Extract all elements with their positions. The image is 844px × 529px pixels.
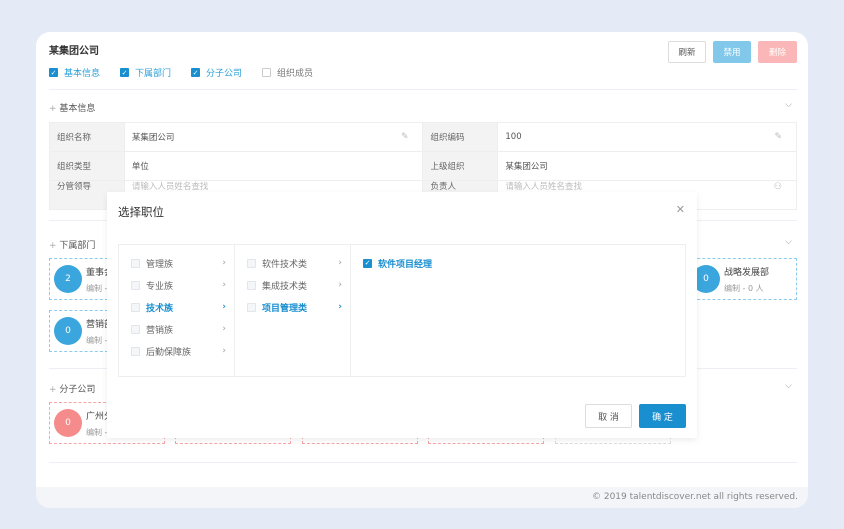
org-code-field[interactable]: 100 ✎	[497, 122, 797, 152]
filter-departments[interactable]: ✓ 下属部门	[120, 66, 171, 79]
filter-label: 组织成员	[277, 69, 314, 79]
table-row: 组织名称 某集团公司 ✎ 组织编码 100 ✎	[49, 122, 797, 152]
chevron-right-icon: ›	[222, 324, 226, 334]
checkbox-icon[interactable]	[131, 302, 140, 312]
chevron-down-icon[interactable]: ⌵	[785, 100, 792, 110]
chevron-right-icon: ›	[338, 280, 342, 290]
checkbox-checked-icon: ✓	[49, 68, 58, 77]
checkbox-icon[interactable]	[131, 280, 140, 290]
field-label: 组织名称	[49, 122, 125, 152]
count-badge: 0	[54, 409, 82, 437]
checkbox-icon[interactable]	[247, 302, 256, 312]
checkbox-icon	[262, 68, 272, 77]
delete-button[interactable]: 删除	[758, 41, 797, 63]
chevron-right-icon: ›	[338, 302, 342, 312]
pencil-icon[interactable]: ✎	[774, 132, 782, 142]
dialog-title: 选择职位	[118, 205, 164, 219]
footer-copyright: © 2019 talentdiscover.net all rights res…	[36, 487, 808, 508]
page-title: 某集团公司	[49, 46, 99, 57]
divider	[49, 462, 797, 463]
item-label: 专业族	[146, 281, 174, 292]
user-icon[interactable]: ⚇	[774, 182, 782, 192]
refresh-button[interactable]: 刷新	[668, 41, 706, 63]
section-filters: ✓ 基本信息 ✓ 下属部门 ✓ 分子公司 组织成员	[49, 66, 313, 79]
cascader-column-category: 软件技术类 › 集成技术类 › 项目管理类 ›	[235, 245, 351, 376]
checkbox-icon[interactable]	[131, 258, 140, 268]
placeholder: 请输入人员姓名查找	[131, 182, 209, 192]
placeholder: 请输入人员姓名查找	[505, 182, 582, 192]
field-value: 某集团公司	[131, 133, 175, 143]
cascader-item[interactable]: ✓ 软件项目经理	[351, 252, 685, 274]
count-badge: 2	[54, 265, 82, 293]
chevron-right-icon: ›	[338, 258, 342, 268]
section-basic-title: 基本信息	[49, 101, 95, 114]
checkbox-icon[interactable]	[131, 324, 140, 334]
field-label: 上级组织	[422, 151, 499, 181]
item-label: 软件技术类	[262, 259, 308, 270]
field-value: 单位	[123, 151, 424, 181]
item-label: 集成技术类	[262, 281, 308, 292]
filter-basic[interactable]: ✓ 基本信息	[49, 66, 100, 79]
filter-label: 分子公司	[206, 69, 243, 79]
pencil-icon[interactable]: ✎	[401, 132, 409, 142]
checkbox-icon[interactable]	[131, 346, 140, 356]
item-label: 软件项目经理	[378, 259, 433, 270]
divider	[49, 89, 797, 90]
filter-label: 下属部门	[135, 69, 172, 79]
item-label: 后勤保障族	[146, 347, 192, 358]
cascader-item[interactable]: 后勤保障族 ›	[119, 340, 234, 362]
cascader-item[interactable]: 集成技术类 ›	[235, 274, 350, 296]
checkbox-checked-icon: ✓	[191, 68, 201, 77]
close-icon[interactable]: ✕	[676, 203, 685, 216]
chevron-right-icon: ›	[222, 280, 226, 290]
chevron-right-icon: ›	[222, 346, 226, 356]
cascader-item[interactable]: 专业族 ›	[119, 274, 234, 296]
item-label: 营销族	[146, 325, 174, 336]
section-departments-title: 下属部门	[49, 238, 95, 251]
count-badge: 0	[54, 317, 82, 345]
chevron-down-icon[interactable]: ⌵	[785, 381, 792, 391]
filter-label: 基本信息	[64, 69, 101, 79]
position-cascader: 管理族 › 专业族 › 技术族 › 营销族 › 后勤保障族 › 软件技术类 › 集成技术类 ›…	[118, 244, 686, 377]
field-label: 组织类型	[49, 151, 125, 181]
cascader-column-position: ✓ 软件项目经理	[351, 245, 685, 376]
chevron-down-icon[interactable]: ⌵	[785, 237, 792, 247]
cascader-item[interactable]: 软件技术类 ›	[235, 252, 350, 274]
confirm-button[interactable]: 确 定	[639, 404, 686, 428]
disable-button[interactable]: 禁用	[713, 41, 751, 63]
checkbox-checked-icon[interactable]: ✓	[363, 258, 372, 268]
cascader-item[interactable]: 技术族 ›	[119, 296, 234, 318]
org-name-field[interactable]: 某集团公司 ✎	[123, 122, 424, 152]
select-position-dialog: 选择职位 ✕ 管理族 › 专业族 › 技术族 › 营销族 › 后勤保障族 › 软件技术类 ›…	[107, 192, 697, 438]
checkbox-checked-icon: ✓	[120, 68, 130, 77]
cascader-item[interactable]: 营销族 ›	[119, 318, 234, 340]
cancel-button[interactable]: 取 消	[585, 404, 632, 428]
field-value: 100	[505, 132, 522, 142]
filter-subsidiaries[interactable]: ✓ 分子公司	[191, 66, 242, 79]
item-label: 项目管理类	[262, 303, 308, 314]
checkbox-icon[interactable]	[247, 280, 256, 290]
department-staff: 编制 - 0 人	[724, 284, 764, 293]
field-label: 组织编码	[422, 122, 499, 152]
checkbox-icon[interactable]	[247, 258, 256, 268]
cascader-item[interactable]: 管理族 ›	[119, 252, 234, 274]
item-label: 管理族	[146, 259, 174, 270]
table-row: 组织类型 单位 上级组织 某集团公司	[49, 151, 797, 181]
cascader-item[interactable]: 项目管理类 ›	[235, 296, 350, 318]
field-value: 某集团公司	[497, 151, 797, 181]
cascader-column-family: 管理族 › 专业族 › 技术族 › 营销族 › 后勤保障族 ›	[119, 245, 235, 376]
chevron-right-icon: ›	[222, 302, 226, 312]
department-name: 战略发展部	[724, 268, 770, 278]
filter-members[interactable]: 组织成员	[262, 66, 313, 79]
chevron-right-icon: ›	[222, 258, 226, 268]
section-subsidiaries-title: 分子公司	[49, 382, 95, 395]
department-card[interactable]: 0 战略发展部 编制 - 0 人	[687, 258, 797, 300]
item-label: 技术族	[146, 303, 174, 314]
